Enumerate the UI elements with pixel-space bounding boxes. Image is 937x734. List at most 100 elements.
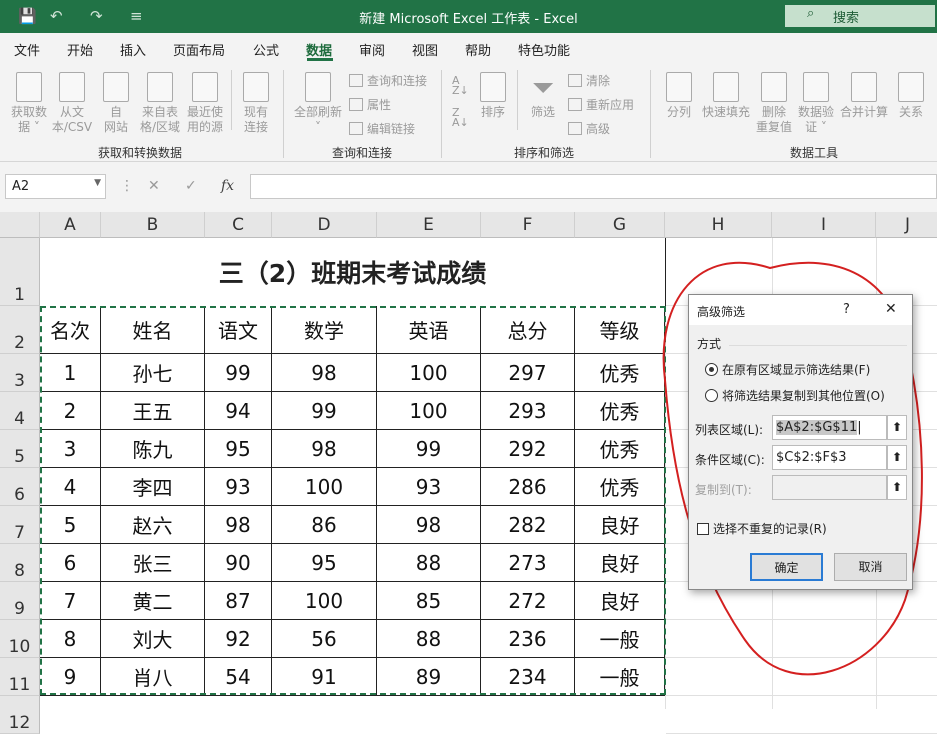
- table-cell[interactable]: 一般: [575, 658, 665, 696]
- get-data-button[interactable]: 获取数据 ˅: [8, 72, 50, 135]
- table-cell[interactable]: 7: [40, 582, 101, 620]
- search-box[interactable]: ⌕ 搜索: [785, 5, 935, 27]
- table-cell[interactable]: 95: [272, 544, 377, 582]
- column-header-j[interactable]: J: [876, 212, 937, 238]
- collapse-criteria-range-button[interactable]: ⬆: [887, 445, 907, 470]
- fx-icon[interactable]: fx: [221, 178, 234, 194]
- table-cell[interactable]: 90: [205, 544, 272, 582]
- table-cell[interactable]: 91: [272, 658, 377, 696]
- header-cell[interactable]: 数学: [272, 306, 377, 354]
- table-cell[interactable]: 2: [40, 392, 101, 430]
- column-header-b[interactable]: B: [101, 212, 205, 238]
- list-range-input[interactable]: $A$2:$G$11|: [772, 415, 887, 440]
- table-cell[interactable]: 优秀: [575, 468, 665, 506]
- unique-records-checkbox[interactable]: 选择不重复的记录(R): [697, 520, 827, 537]
- collapse-copy-to-button[interactable]: ⬆: [887, 475, 907, 500]
- refresh-all-button[interactable]: 全部刷新 ˅: [290, 72, 346, 135]
- table-cell[interactable]: 优秀: [575, 392, 665, 430]
- table-cell[interactable]: 优秀: [575, 430, 665, 468]
- tab-file[interactable]: 文件: [14, 40, 40, 59]
- row-header-12[interactable]: 12: [0, 696, 40, 734]
- sort-button[interactable]: 排序: [477, 72, 509, 120]
- table-cell[interactable]: 一般: [575, 620, 665, 658]
- flash-fill-button[interactable]: 快速填充: [700, 72, 752, 120]
- tab-home[interactable]: 开始: [67, 40, 93, 59]
- table-cell[interactable]: 293: [481, 392, 575, 430]
- properties-button[interactable]: 属性: [349, 96, 391, 113]
- table-cell[interactable]: 85: [377, 582, 481, 620]
- column-header-a[interactable]: A: [40, 212, 101, 238]
- table-cell[interactable]: 黄二: [101, 582, 205, 620]
- header-cell[interactable]: 语文: [205, 306, 272, 354]
- table-cell[interactable]: 4: [40, 468, 101, 506]
- table-cell[interactable]: 9: [40, 658, 101, 696]
- row-header-11[interactable]: 11: [0, 658, 40, 696]
- table-cell[interactable]: 236: [481, 620, 575, 658]
- recent-sources-button[interactable]: 最近使 用的源: [184, 72, 226, 135]
- table-cell[interactable]: 98: [272, 430, 377, 468]
- radio-filter-in-place[interactable]: 在原有区域显示筛选结果(F): [705, 361, 870, 378]
- table-cell[interactable]: 1: [40, 354, 101, 392]
- row-header-4[interactable]: 4: [0, 392, 40, 430]
- column-header-c[interactable]: C: [205, 212, 272, 238]
- table-cell[interactable]: 93: [377, 468, 481, 506]
- row-header-2[interactable]: 2: [0, 306, 40, 354]
- table-cell[interactable]: 良好: [575, 544, 665, 582]
- chevron-down-icon[interactable]: ▼: [94, 178, 101, 188]
- existing-connections-button[interactable]: 现有 连接: [238, 72, 274, 135]
- tab-view[interactable]: 视图: [412, 40, 438, 59]
- column-header-h[interactable]: H: [665, 212, 772, 238]
- relationships-button[interactable]: 关系: [894, 72, 928, 120]
- table-cell[interactable]: 张三: [101, 544, 205, 582]
- sort-ascending-button[interactable]: A Z↓: [452, 75, 469, 96]
- enter-icon[interactable]: ✓: [185, 178, 197, 194]
- table-cell[interactable]: 100: [377, 354, 481, 392]
- edit-links-button[interactable]: 编辑链接: [349, 120, 415, 137]
- cancel-icon[interactable]: ✕: [148, 178, 160, 194]
- table-cell[interactable]: 88: [377, 544, 481, 582]
- cancel-button[interactable]: 取消: [834, 553, 907, 581]
- tab-data[interactable]: 数据: [306, 40, 332, 59]
- tab-formulas[interactable]: 公式: [253, 40, 279, 59]
- tab-insert[interactable]: 插入: [120, 40, 146, 59]
- table-cell[interactable]: 100: [272, 582, 377, 620]
- table-cell[interactable]: 良好: [575, 582, 665, 620]
- select-all-corner[interactable]: [0, 212, 40, 238]
- table-cell[interactable]: 286: [481, 468, 575, 506]
- table-cell[interactable]: 282: [481, 506, 575, 544]
- consolidate-button[interactable]: 合并计算: [838, 72, 890, 120]
- remove-duplicates-button[interactable]: 删除 重复值: [755, 72, 793, 135]
- header-cell[interactable]: 英语: [377, 306, 481, 354]
- table-cell[interactable]: 优秀: [575, 354, 665, 392]
- row-header-1[interactable]: 1: [0, 238, 40, 306]
- row-header-5[interactable]: 5: [0, 430, 40, 468]
- header-cell[interactable]: 姓名: [101, 306, 205, 354]
- table-cell[interactable]: 良好: [575, 506, 665, 544]
- tab-help[interactable]: 帮助: [465, 40, 491, 59]
- tab-review[interactable]: 审阅: [359, 40, 385, 59]
- header-cell[interactable]: 名次: [40, 306, 101, 354]
- header-cell[interactable]: 等级: [575, 306, 665, 354]
- header-cell[interactable]: 总分: [481, 306, 575, 354]
- table-cell[interactable]: 赵六: [101, 506, 205, 544]
- table-cell[interactable]: 100: [377, 392, 481, 430]
- row-header-9[interactable]: 9: [0, 582, 40, 620]
- table-cell[interactable]: 297: [481, 354, 575, 392]
- data-validation-button[interactable]: 数据验证 ˅: [796, 72, 836, 135]
- table-cell[interactable]: 98: [377, 506, 481, 544]
- table-cell[interactable]: 6: [40, 544, 101, 582]
- table-cell[interactable]: 刘大: [101, 620, 205, 658]
- table-cell[interactable]: 98: [205, 506, 272, 544]
- table-cell[interactable]: 273: [481, 544, 575, 582]
- advanced-filter-button[interactable]: 高级: [568, 120, 610, 137]
- row-header-8[interactable]: 8: [0, 544, 40, 582]
- table-cell[interactable]: 5: [40, 506, 101, 544]
- column-header-f[interactable]: F: [481, 212, 575, 238]
- table-cell[interactable]: 94: [205, 392, 272, 430]
- copy-to-input[interactable]: [772, 475, 887, 500]
- table-cell[interactable]: 肖八: [101, 658, 205, 696]
- table-cell[interactable]: 54: [205, 658, 272, 696]
- clear-filter-button[interactable]: 清除: [568, 72, 610, 89]
- sort-descending-button[interactable]: Z A↓: [452, 107, 469, 128]
- table-cell[interactable]: 98: [272, 354, 377, 392]
